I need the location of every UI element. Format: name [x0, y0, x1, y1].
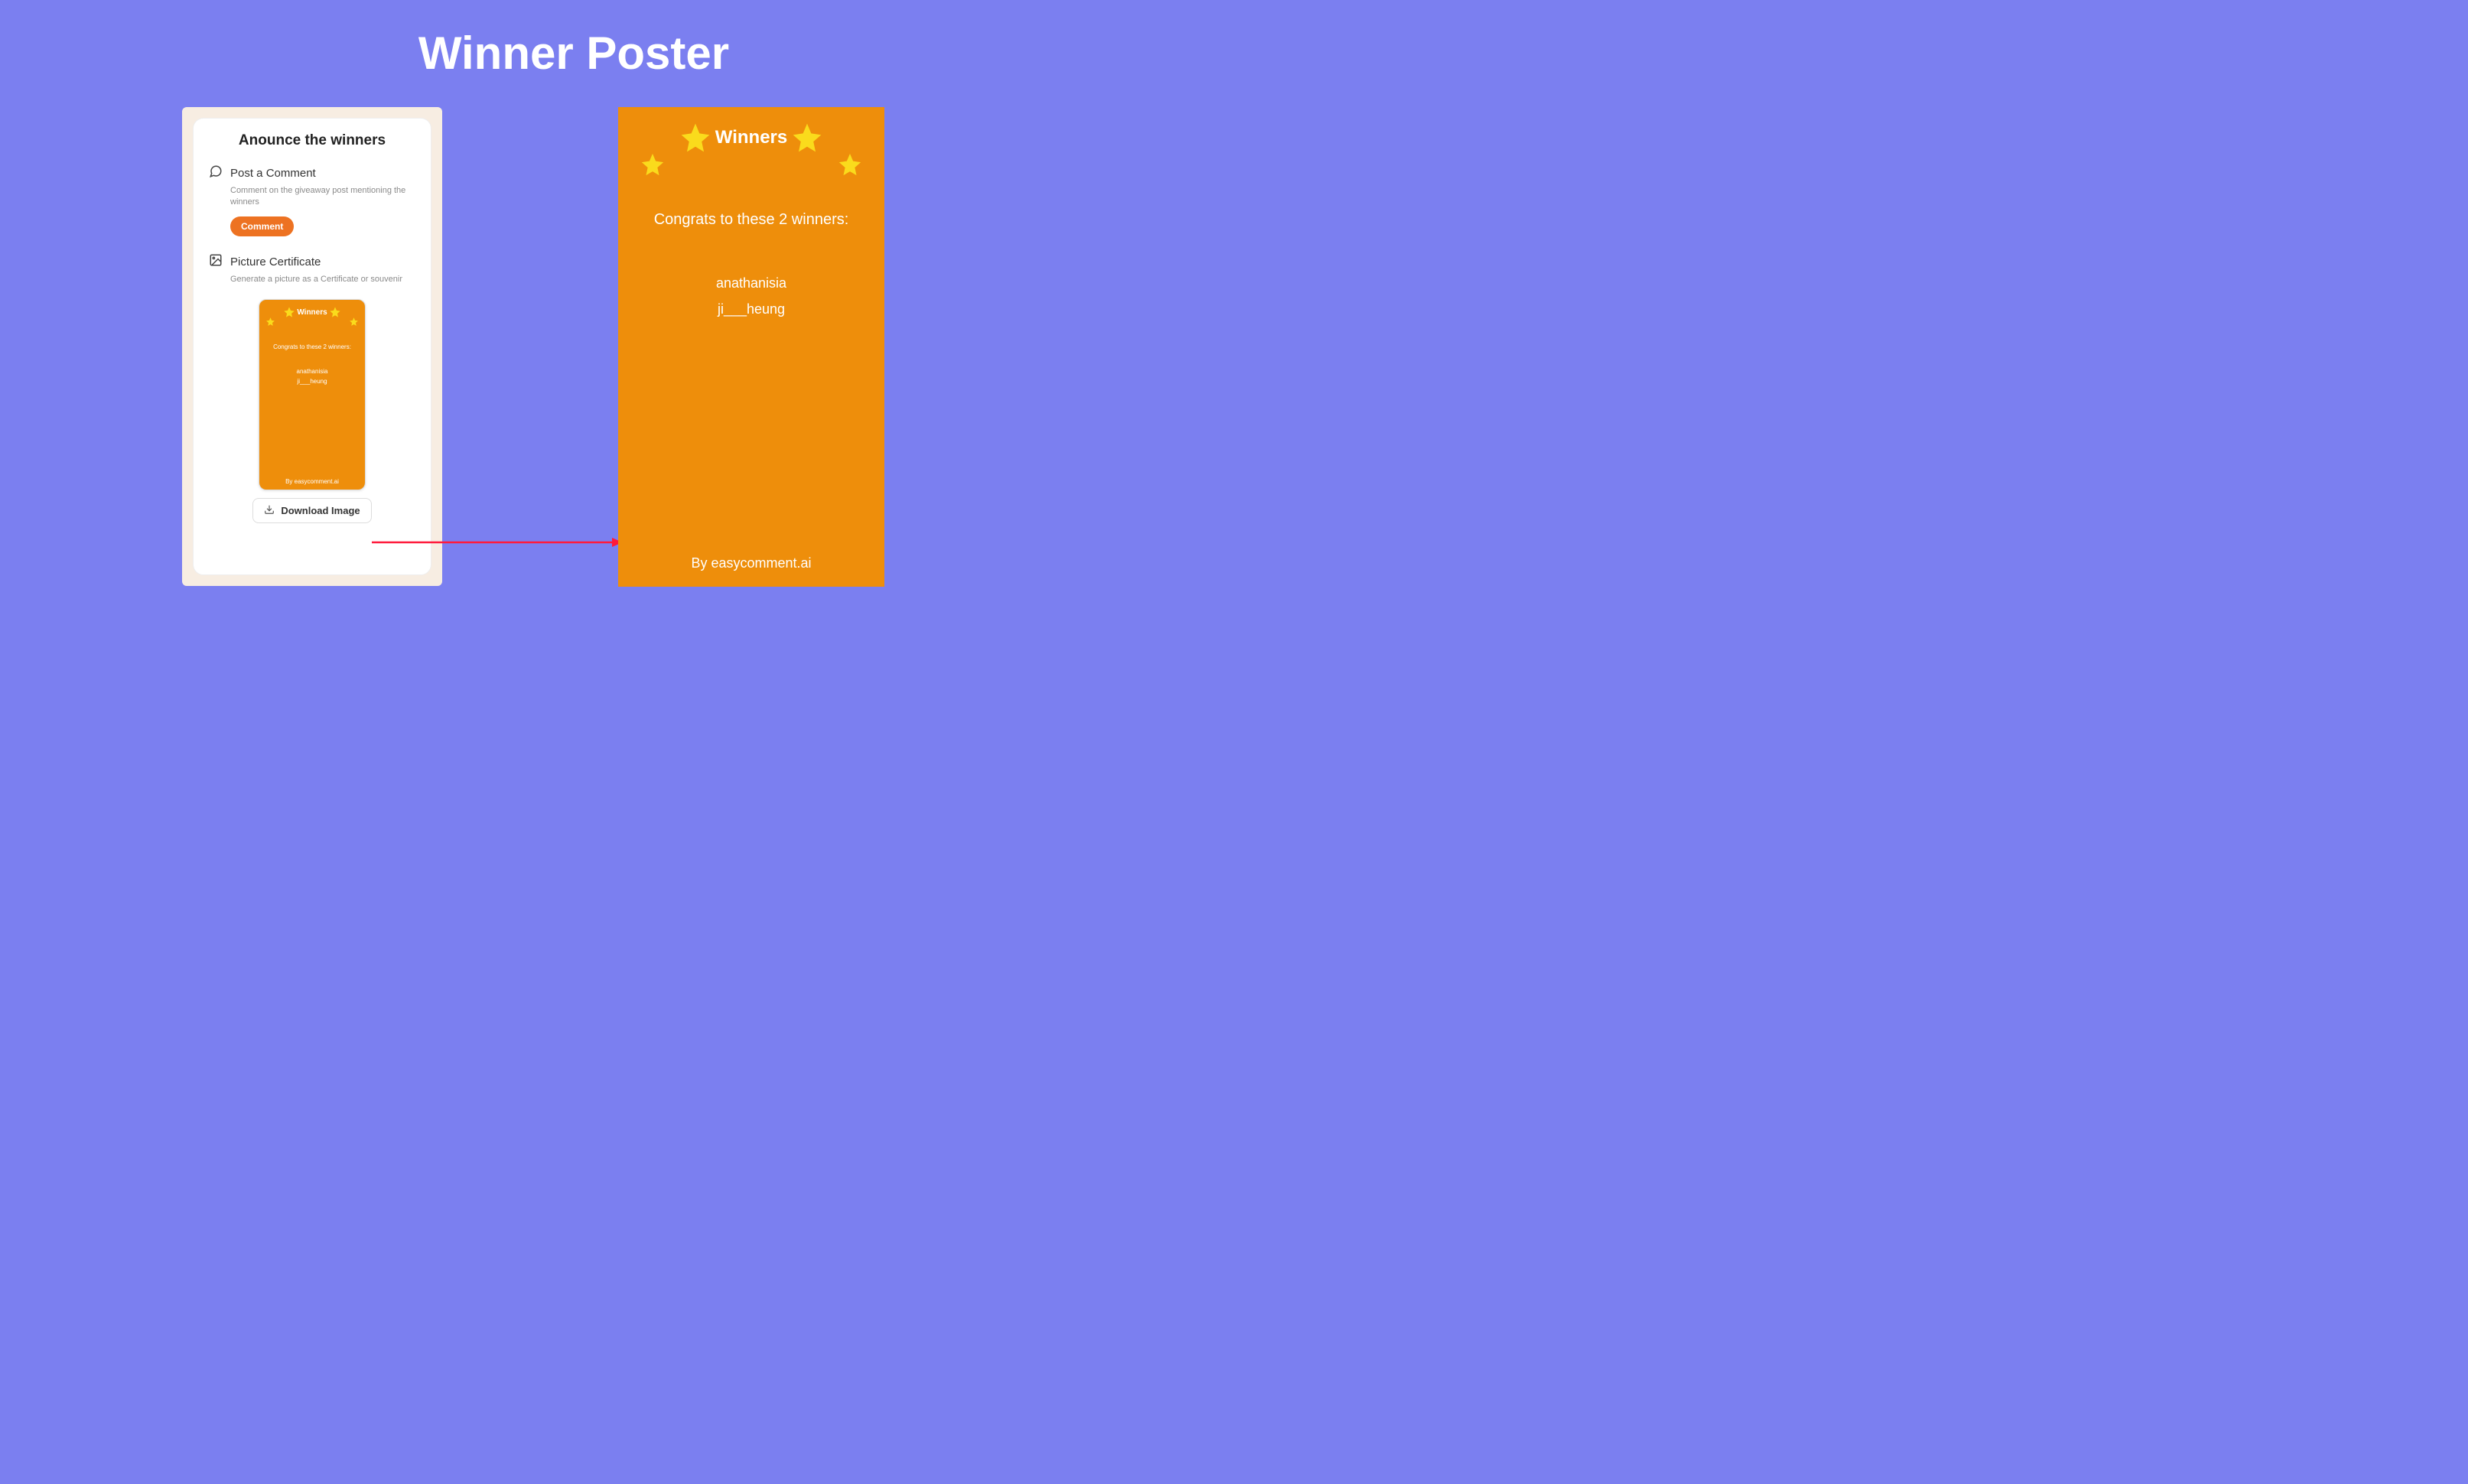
star-icon — [790, 121, 824, 155]
image-icon — [209, 253, 223, 271]
star-icon — [329, 306, 341, 318]
big-winner-row: anathanisia — [632, 270, 871, 296]
announce-card: Anounce the winners Post a Comment Comme… — [193, 118, 431, 575]
mini-poster-footer: By easycomment.ai — [259, 478, 365, 485]
card-title: Anounce the winners — [209, 132, 415, 149]
download-icon — [264, 504, 275, 517]
big-poster-subheading: Congrats to these 2 winners: — [632, 211, 871, 229]
comment-icon — [209, 164, 223, 182]
mini-winner-row: ji___heung — [264, 377, 360, 387]
star-icon — [679, 121, 712, 155]
star-icon — [265, 317, 275, 327]
big-winner-row: ji___heung — [632, 296, 871, 322]
mini-poster-subheading: Congrats to these 2 winners: — [264, 343, 360, 350]
page-title: Winner Poster — [0, 27, 1148, 80]
star-icon — [349, 317, 359, 327]
star-icon — [837, 151, 863, 177]
mini-poster-preview: Winners Congrats to these 2 winners: ana… — [259, 299, 366, 490]
post-comment-section: Post a Comment Comment on the giveaway p… — [209, 164, 415, 236]
big-poster: Winners Congrats to these 2 winners: ana… — [618, 107, 884, 587]
comment-button[interactable]: Comment — [230, 216, 294, 236]
arrow-icon — [372, 537, 623, 548]
picture-certificate-section: Picture Certificate Generate a picture a… — [209, 253, 415, 293]
download-image-label: Download Image — [281, 505, 360, 516]
mini-winner-row: anathanisia — [264, 367, 360, 377]
picture-certificate-title: Picture Certificate — [230, 255, 321, 268]
mini-poster-winners: anathanisia ji___heung — [264, 367, 360, 387]
big-poster-winners: anathanisia ji___heung — [632, 270, 871, 322]
download-image-button[interactable]: Download Image — [252, 498, 371, 523]
mini-poster-heading: Winners — [297, 308, 327, 317]
left-panel: Anounce the winners Post a Comment Comme… — [182, 107, 442, 586]
star-icon — [283, 306, 295, 318]
big-poster-footer: By easycomment.ai — [618, 555, 884, 571]
big-poster-heading: Winners — [715, 127, 787, 148]
post-comment-desc: Comment on the giveaway post mentioning … — [230, 185, 415, 209]
post-comment-title: Post a Comment — [230, 167, 316, 180]
picture-certificate-desc: Generate a picture as a Certificate or s… — [230, 274, 415, 285]
star-icon — [640, 151, 666, 177]
